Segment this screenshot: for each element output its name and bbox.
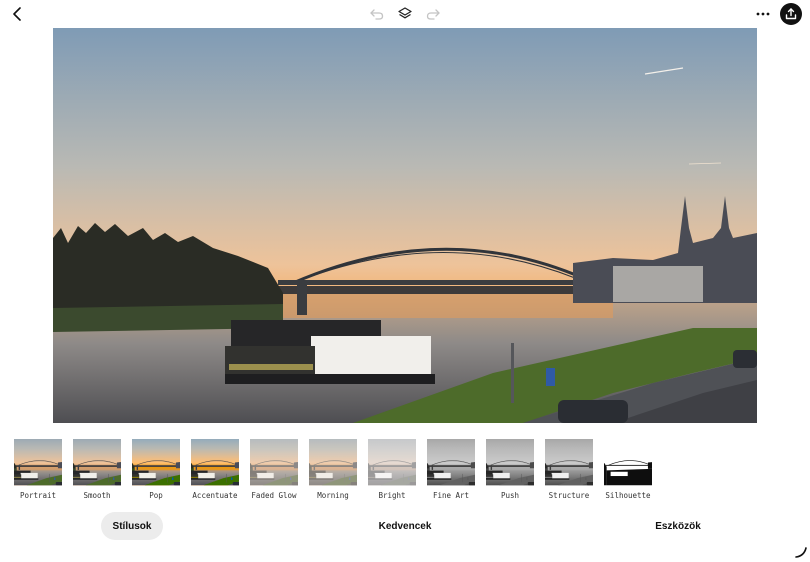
filter-push[interactable]: Push [486, 439, 534, 501]
filter-label: Portrait [19, 491, 57, 500]
filter-structure[interactable]: Structure [545, 439, 593, 501]
filter-label: Smooth [83, 491, 111, 500]
filter-label: Structure [548, 491, 590, 500]
filter-label: Push [500, 491, 520, 500]
filter-label: Bright [378, 491, 406, 500]
filter-thumbnail [309, 439, 357, 486]
filter-morning[interactable]: Morning [309, 439, 357, 501]
filter-thumbnail [427, 439, 475, 486]
share-upload-icon[interactable] [780, 3, 802, 25]
tab-tools[interactable]: Eszközök [648, 512, 708, 540]
filter-label: Silhouette [605, 491, 651, 500]
redo-icon[interactable] [424, 6, 442, 22]
photo-preview[interactable] [53, 28, 757, 423]
filter-thumbnail [604, 439, 652, 486]
filter-thumbnail [368, 439, 416, 486]
filter-label: Pop [149, 491, 163, 500]
filter-thumbnail [73, 439, 121, 486]
filter-silhouette[interactable]: Silhouette [604, 439, 652, 501]
filter-thumbnail [250, 439, 298, 486]
filter-thumbnail [14, 439, 62, 486]
style-filter-strip: Portrait Smooth Pop Accentuate Faded Glow Mor… [14, 439, 664, 501]
filter-label: Accentuate [192, 491, 238, 500]
filter-thumbnail [132, 439, 180, 486]
filter-thumbnail [486, 439, 534, 486]
layers-icon[interactable] [396, 5, 414, 23]
tab-favorites[interactable]: Kedvencek [370, 512, 440, 540]
filter-pop[interactable]: Pop [132, 439, 180, 501]
filter-accentuate[interactable]: Accentuate [191, 439, 239, 501]
top-toolbar [0, 0, 810, 28]
more-options-icon[interactable] [752, 6, 774, 22]
filter-portrait[interactable]: Portrait [14, 439, 62, 501]
tab-styles[interactable]: Stílusok [101, 512, 163, 540]
filter-label: Morning [317, 491, 349, 500]
filter-faded-glow[interactable]: Faded Glow [250, 439, 298, 501]
undo-icon[interactable] [368, 6, 386, 22]
resize-corner-icon [793, 544, 809, 560]
filter-label: Faded Glow [251, 491, 297, 500]
filter-thumbnail [191, 439, 239, 486]
back-arrow-icon[interactable] [9, 5, 27, 23]
filter-label: Fine Art [432, 491, 470, 500]
filter-thumbnail [545, 439, 593, 486]
filter-bright[interactable]: Bright [368, 439, 416, 501]
filter-fine-art[interactable]: Fine Art [427, 439, 475, 501]
filter-smooth[interactable]: Smooth [73, 439, 121, 501]
